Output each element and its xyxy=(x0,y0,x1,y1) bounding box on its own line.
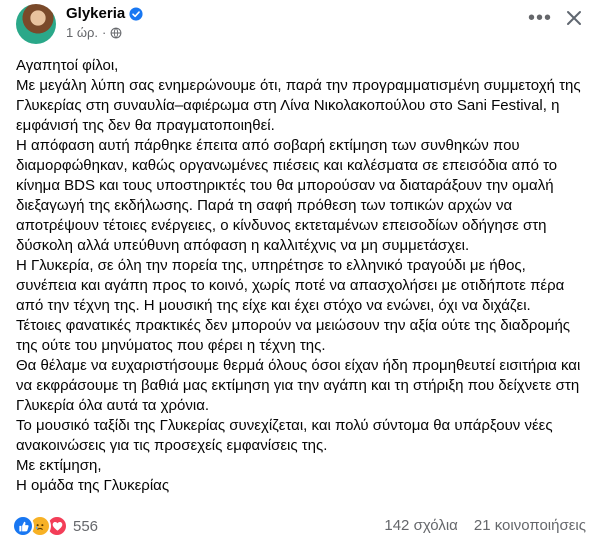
post-header: Glykeria 1 ώρ. · ••• xyxy=(16,4,584,44)
author-name[interactable]: Glykeria xyxy=(66,5,125,23)
post-timestamp[interactable]: 1 ώρ. xyxy=(66,25,98,41)
verified-badge-icon xyxy=(129,7,143,21)
reaction-count[interactable]: 556 xyxy=(73,518,98,535)
post-paragraph: Με εκτίμηση, xyxy=(16,457,102,474)
post-paragraph: Με μεγάλη λύπη σας ενημερώνουμε ότι, παρ… xyxy=(16,77,585,134)
post-paragraph: Θα θέλαμε να ευχαριστήσουμε θερμά όλους … xyxy=(16,357,585,414)
post-paragraph: Τέτοιες φανατικές πρακτικές δεν μπορούν … xyxy=(16,317,575,354)
comments-count[interactable]: 142 σχόλια xyxy=(384,517,457,534)
reactions-summary[interactable]: 556 xyxy=(12,515,98,537)
globe-icon[interactable] xyxy=(110,27,122,39)
more-options-icon[interactable]: ••• xyxy=(528,8,552,28)
post-footer: 556 142 σχόλια 21 κοινοποιήσεις xyxy=(12,513,588,537)
engagement-stats: 142 σχόλια 21 κοινοποιήσεις xyxy=(384,517,586,534)
like-icon xyxy=(12,515,34,537)
post-paragraph: Η Γλυκερία, σε όλη την πορεία της, υπηρέ… xyxy=(16,257,569,314)
author-avatar[interactable] xyxy=(16,4,56,44)
post-paragraph: Αγαπητοί φίλοι, xyxy=(16,57,119,74)
post-paragraph: Η απόφαση αυτή πάρθηκε έπειτα από σοβαρή… xyxy=(16,137,562,254)
post-paragraph: Το μουσικό ταξίδι της Γλυκερίας συνεχίζε… xyxy=(16,417,557,454)
post-meta: 1 ώρ. · xyxy=(66,25,122,41)
close-icon[interactable] xyxy=(564,8,584,28)
meta-separator: · xyxy=(102,25,107,40)
post-actions: ••• xyxy=(528,8,584,28)
post-paragraph: Η ομάδα της Γλυκερίας xyxy=(16,477,170,494)
shares-count[interactable]: 21 κοινοποιήσεις xyxy=(474,517,586,534)
post-body: Αγαπητοί φίλοι, Με μεγάλη λύπη σας ενημε… xyxy=(16,56,584,496)
author-row: Glykeria xyxy=(66,5,143,23)
